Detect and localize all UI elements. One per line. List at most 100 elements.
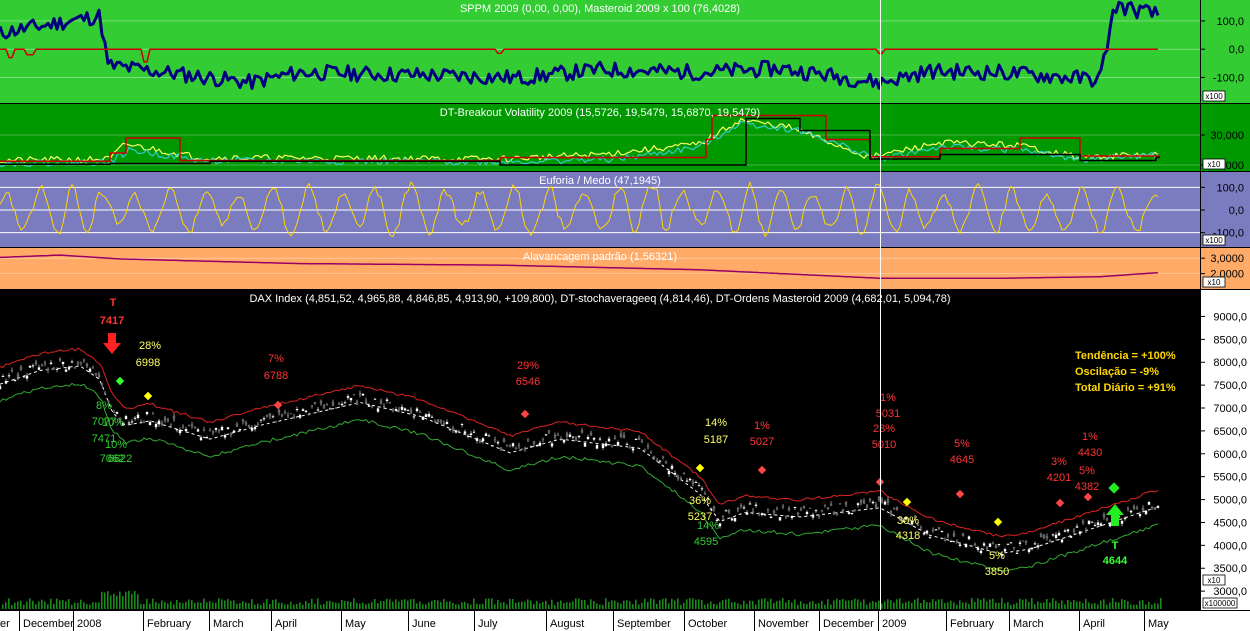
volume-bar — [977, 598, 979, 609]
candle-body — [301, 409, 305, 411]
candle-body — [1012, 546, 1016, 549]
indicator-panel-sppm: 100,0 0,0 -100,0 SPPM 2009 (0,00, 0,00), Ma… — [0, 0, 1250, 104]
volume-bar — [50, 598, 52, 609]
candle-body — [352, 394, 356, 396]
tick-label: 6500,0 — [1213, 426, 1247, 438]
indicator-panel-euforia: 100,00,0-100,0Euforia / Medo (47,1945)x1… — [0, 172, 1250, 248]
tick-label: 30,000 — [1210, 130, 1244, 142]
volume-bar — [797, 604, 799, 609]
volume-bar — [215, 602, 217, 609]
price-panel: 9000,0 8500,0 8000,0 7500,0 7000,0 6500,0 6000… — [0, 290, 1250, 610]
volume-bar — [221, 599, 223, 609]
volume-bar — [176, 599, 178, 609]
volume-bar — [338, 603, 340, 609]
volume-bar — [413, 598, 415, 609]
volume-bar — [695, 599, 697, 609]
candle-body — [631, 448, 635, 451]
order-annotation: 5% — [954, 438, 970, 450]
volume-bar — [257, 603, 259, 609]
volume-bar — [1142, 600, 1144, 609]
candle-body — [865, 505, 869, 508]
candle-body — [949, 541, 953, 543]
candle-body — [1039, 533, 1043, 538]
order-annotation: 36% — [689, 495, 711, 507]
candle-body — [49, 362, 53, 364]
candle-body — [895, 506, 899, 511]
volume-bar — [143, 604, 145, 609]
volume-bar — [665, 598, 667, 609]
volume-bar — [1133, 604, 1135, 609]
candle-body — [241, 419, 245, 422]
candle-body — [181, 426, 185, 428]
volume-bar — [764, 598, 766, 609]
volume-bar — [299, 602, 301, 609]
volume-bar — [815, 603, 817, 609]
volume-badge: x100000 — [1205, 599, 1236, 608]
volume-bar — [557, 601, 559, 609]
candle-body — [469, 433, 473, 436]
volume-bar — [482, 603, 484, 609]
candle-body — [997, 543, 1001, 545]
volume-bar — [740, 604, 742, 609]
volume-bar — [1106, 604, 1108, 609]
volume-bar — [584, 599, 586, 609]
candle-body — [316, 409, 320, 411]
candle-body — [529, 446, 533, 448]
volume-bar — [344, 601, 346, 609]
candle-body — [856, 503, 860, 506]
candle-body — [268, 413, 272, 417]
volume-bar — [167, 603, 169, 609]
candle-body — [79, 362, 83, 364]
candle-body — [115, 412, 119, 414]
candle-body — [799, 508, 803, 511]
volume-bar — [191, 600, 193, 609]
candle-body — [1156, 505, 1160, 508]
volume-bar — [902, 603, 904, 609]
summary-daily: Total Diário = +91% — [1075, 382, 1176, 394]
candle-body — [136, 414, 140, 418]
volume-bar — [1094, 602, 1096, 609]
candle-body — [574, 437, 578, 441]
volume-bar — [578, 598, 580, 609]
candle-body — [1087, 520, 1091, 525]
volume-bar — [185, 601, 187, 609]
volume-bar — [809, 601, 811, 609]
candle-body — [571, 436, 575, 438]
candle-body — [355, 401, 359, 405]
volume-bar — [869, 602, 871, 609]
candle-body — [199, 437, 203, 441]
volume-bar — [1154, 603, 1156, 609]
volume-bar — [443, 598, 445, 609]
candle-body — [643, 449, 647, 451]
tick-label: 0,0 — [1229, 205, 1244, 217]
order-annotation: 5187 — [704, 434, 728, 446]
volume-bar — [1055, 600, 1057, 609]
volume-bar — [941, 599, 943, 609]
order-annotation: 6998 — [136, 357, 160, 369]
candle-body — [841, 509, 845, 512]
candle-body — [1057, 532, 1061, 536]
candle-body — [160, 422, 164, 426]
candle-body — [874, 504, 878, 508]
volume-bar — [959, 600, 961, 609]
volume-bar — [953, 602, 955, 609]
volume-bar — [248, 603, 250, 609]
candle-body — [940, 530, 944, 533]
candle-body — [310, 405, 314, 407]
candle-body — [754, 504, 758, 506]
candle-body — [220, 426, 224, 431]
volume-bar — [1010, 604, 1012, 609]
volume-bar — [497, 599, 499, 609]
volume-bar — [62, 600, 64, 609]
volume-bar — [911, 602, 913, 609]
candle-body — [601, 444, 605, 448]
volume-bar — [1160, 598, 1162, 609]
volume-bar — [446, 601, 448, 609]
candle-body — [172, 415, 176, 420]
tick-label: -100,0 — [1213, 72, 1244, 84]
volume-bar — [146, 598, 148, 609]
volume-bar — [152, 598, 154, 609]
volume-bar — [962, 602, 964, 609]
volume-bar — [701, 599, 703, 609]
volume-bar — [917, 598, 919, 609]
